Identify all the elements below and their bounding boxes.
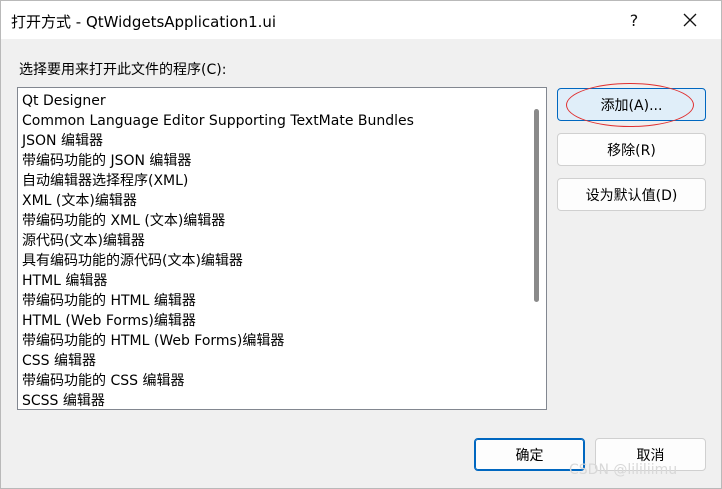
help-icon: ? <box>629 10 639 30</box>
program-list-item[interactable]: CSS 编辑器 <box>18 351 526 371</box>
program-list-item[interactable]: 带编码功能的 HTML (Web Forms)编辑器 <box>18 331 526 351</box>
window-title: 打开方式 - QtWidgetsApplication1.ui <box>11 13 277 31</box>
program-list-item[interactable]: JSON 编辑器 <box>18 131 526 151</box>
vertical-scrollbar[interactable] <box>526 88 546 409</box>
open-with-dialog: 打开方式 - QtWidgetsApplication1.ui ? 选择要用来打… <box>0 0 722 489</box>
program-list-item[interactable]: 具有编码功能的源代码(文本)编辑器 <box>18 251 526 271</box>
remove-button[interactable]: 移除(R) <box>557 133 706 166</box>
program-list-items: Qt Designer Common Language Editor Suppor… <box>18 88 526 409</box>
program-list-item[interactable]: 带编码功能的 HTML 编辑器 <box>18 291 526 311</box>
help-button[interactable]: ? <box>611 1 657 39</box>
title-bar: 打开方式 - QtWidgetsApplication1.ui ? <box>1 1 721 39</box>
program-list-item[interactable]: 带编码功能的 CSS 编辑器 <box>18 371 526 391</box>
watermark: CSDN @lililiimu <box>569 462 678 478</box>
set-default-button[interactable]: 设为默认值(D) <box>557 178 706 211</box>
program-list-item[interactable]: 带编码功能的 JSON 编辑器 <box>18 151 526 171</box>
program-list-item[interactable]: SCSS 编辑器 <box>18 391 526 409</box>
program-list-item[interactable]: Qt Designer <box>18 91 526 111</box>
program-list-item[interactable]: Common Language Editor Supporting TextMa… <box>18 111 526 131</box>
program-list-item[interactable]: 源代码(文本)编辑器 <box>18 231 526 251</box>
add-button[interactable]: 添加(A)... <box>557 88 706 121</box>
program-list-item[interactable]: 自动编辑器选择程序(XML) <box>18 171 526 191</box>
program-list-item[interactable]: 带编码功能的 XML (文本)编辑器 <box>18 211 526 231</box>
close-icon <box>683 13 697 27</box>
program-list[interactable]: Qt Designer Common Language Editor Suppor… <box>17 87 547 410</box>
program-list-label: 选择要用来打开此文件的程序(C): <box>19 62 227 78</box>
close-button[interactable] <box>667 1 713 39</box>
program-list-item[interactable]: HTML 编辑器 <box>18 271 526 291</box>
program-list-item[interactable]: HTML (Web Forms)编辑器 <box>18 311 526 331</box>
scrollbar-thumb[interactable] <box>534 109 539 302</box>
program-list-item[interactable]: XML (文本)编辑器 <box>18 191 526 211</box>
